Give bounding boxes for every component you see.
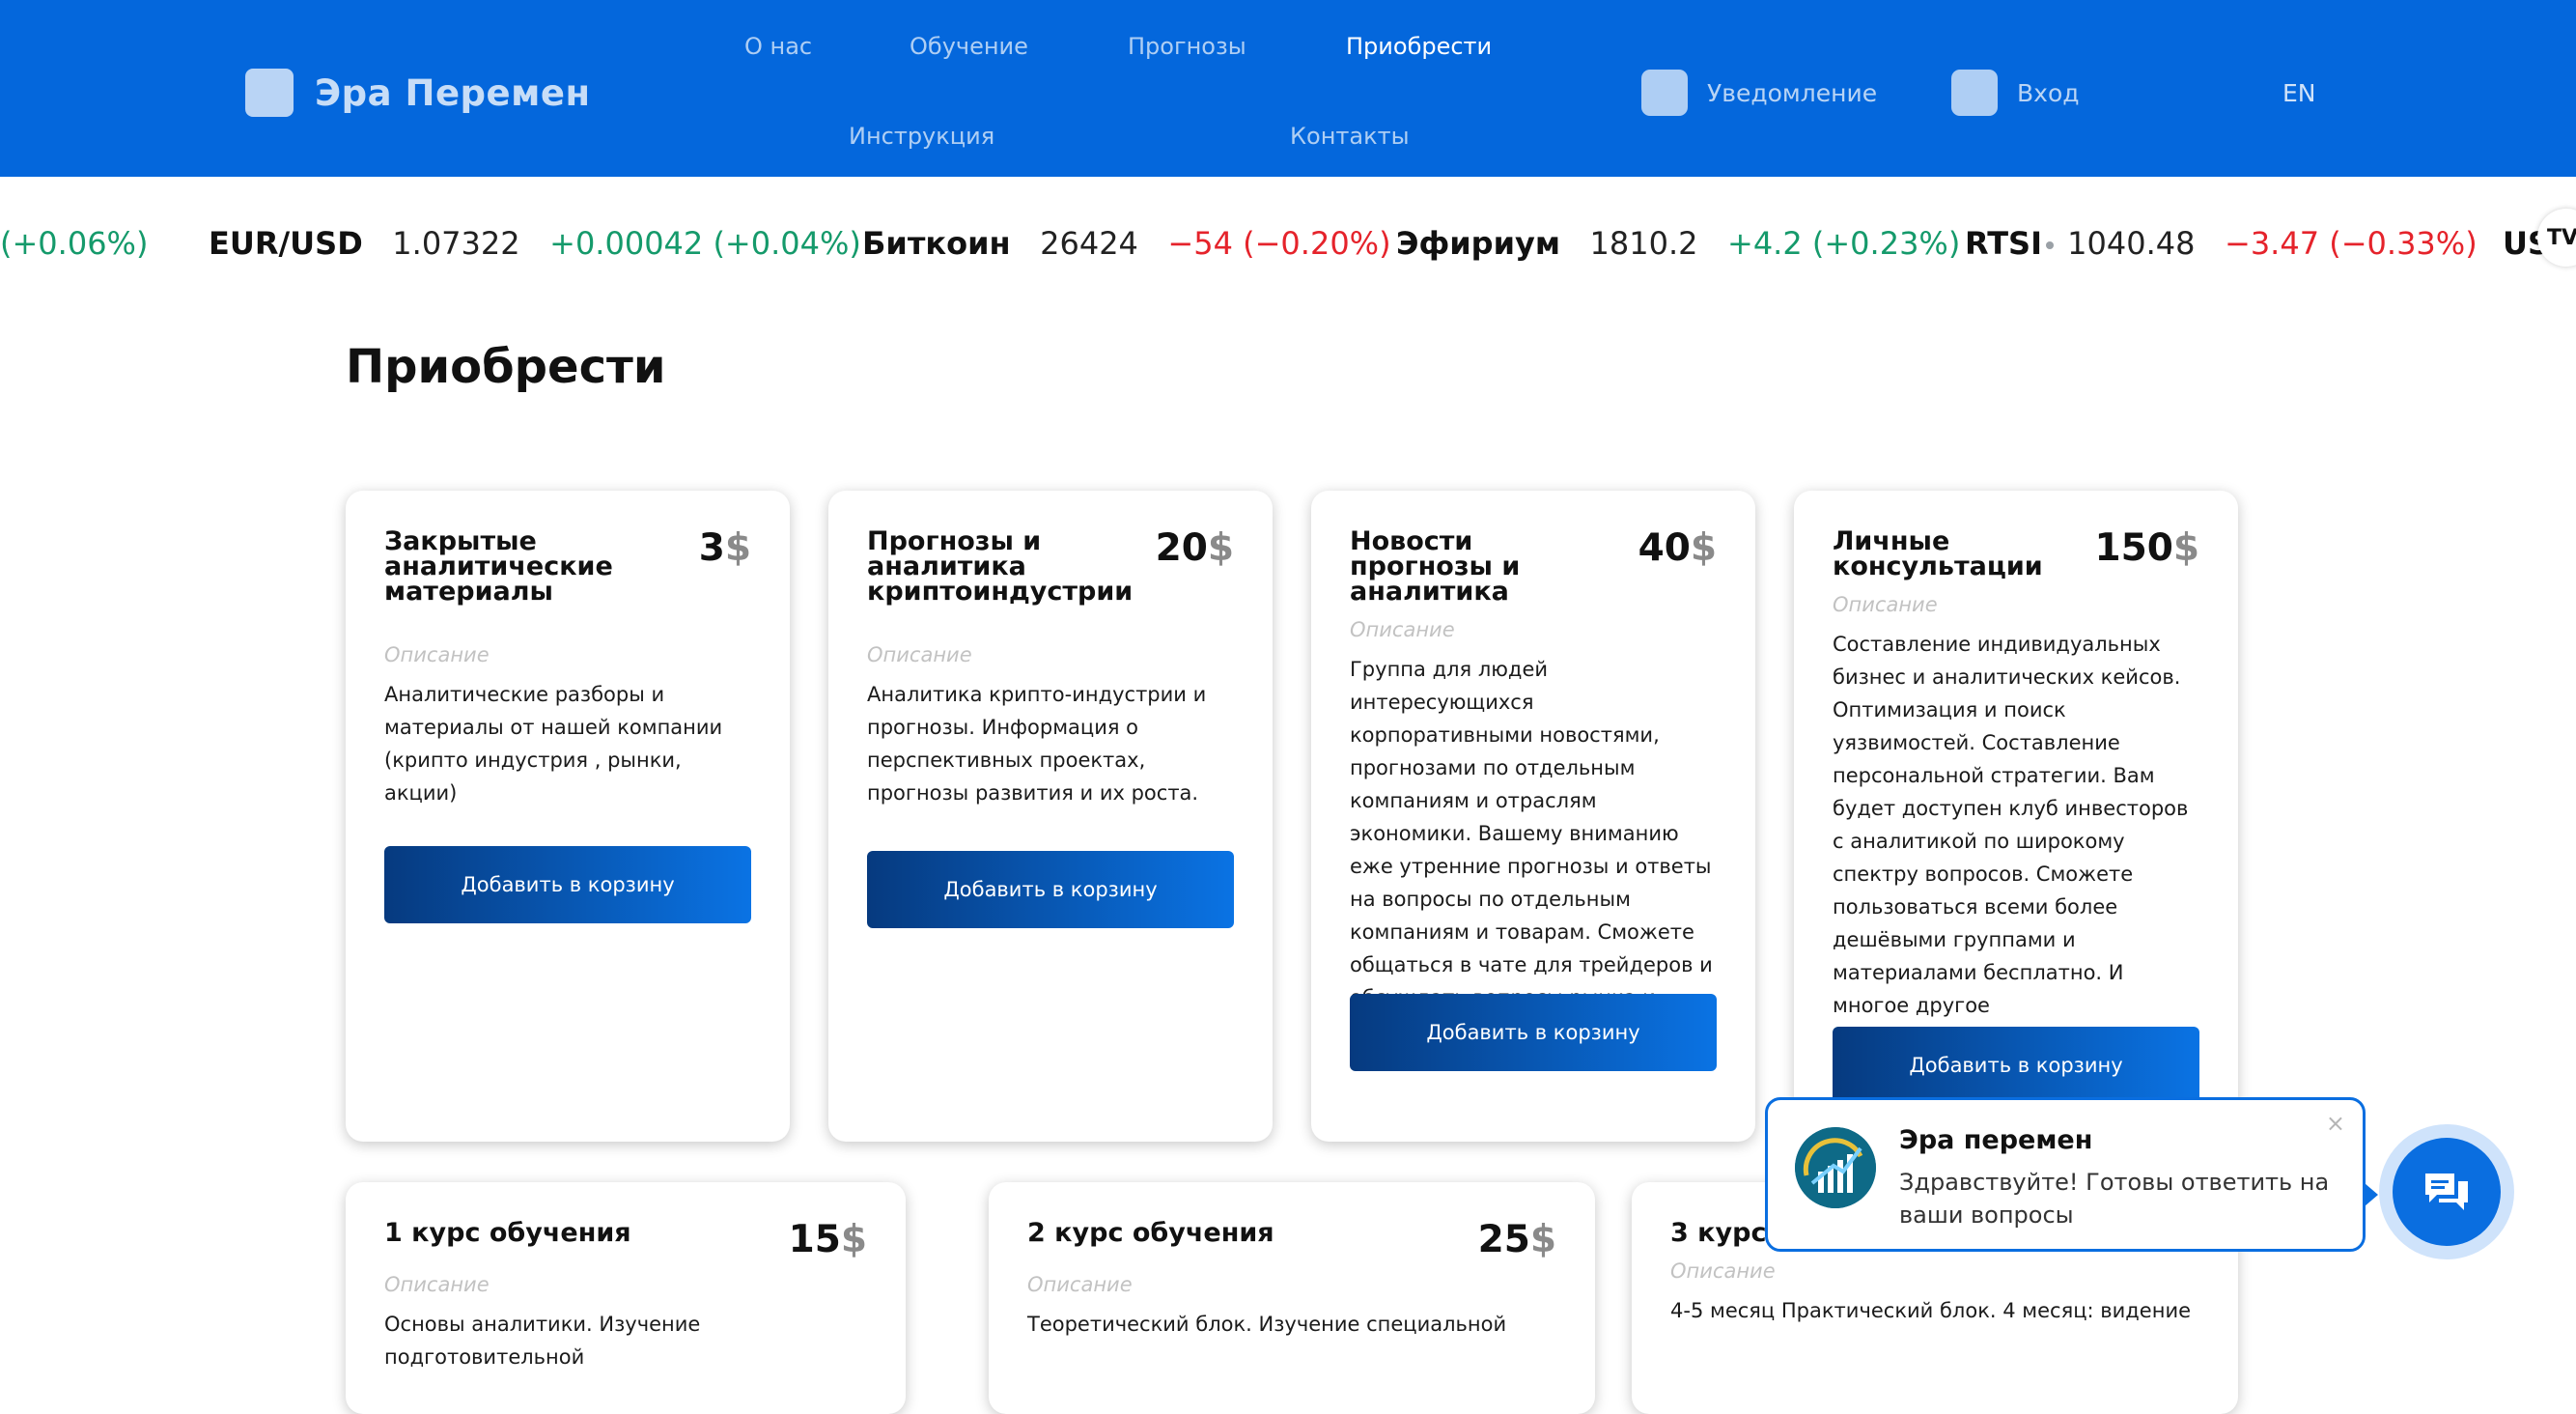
nav-instructions[interactable]: Инструкция [849, 123, 994, 150]
product-card: Новости прогнозы и аналитика 40$ Описани… [1311, 491, 1755, 1142]
description-label: Описание [1350, 618, 1455, 641]
growth-chart-logo-icon [1795, 1127, 1876, 1208]
nav-purchase[interactable]: Приобрести [1346, 33, 1492, 60]
ticker-item[interactable]: EUR/USD 1.07322 +0.00042 (+0.04%) [209, 225, 861, 262]
ticker-item[interactable]: (+0.06%) [0, 225, 148, 262]
nav-about[interactable]: О нас [744, 33, 812, 60]
logo-text: Эра Перемен [315, 71, 591, 114]
logo[interactable]: Эра Перемен [245, 68, 591, 118]
card-price: 40$ [1638, 529, 1717, 568]
page-title: Приобрести [346, 340, 666, 394]
chat-button-core [2393, 1138, 2501, 1246]
ticker-item[interactable]: Эфириум 1810.2 +4.2 (+0.23%) [1396, 225, 1960, 262]
product-card: Закрытые аналитические материалы 3$ Опис… [346, 491, 790, 1142]
ticker-change: +0.00042 (+0.04%) [549, 225, 861, 262]
ticker-item[interactable]: RTSI 1040.48 −3.47 (−0.33%) [1965, 225, 2478, 262]
company-avatar [1795, 1127, 1876, 1208]
chat-open-button[interactable] [2379, 1124, 2514, 1259]
product-card: Прогнозы и аналитика криптоиндустрии 20$… [828, 491, 1273, 1142]
ticker-value: 1810.2 [1589, 225, 1698, 262]
card-description: 4-5 месяц Практический блок. 4 месяц: ви… [1670, 1299, 2192, 1322]
price-value: 25 [1477, 1218, 1530, 1261]
bell-icon [1641, 70, 1688, 116]
card-price: 15$ [789, 1221, 867, 1259]
ticker-value: 1040.48 [2067, 225, 2196, 262]
description-label: Описание [867, 643, 972, 666]
price-currency: $ [840, 1218, 867, 1261]
price-value: 20 [1155, 526, 1208, 570]
ticker-symbol: RTSI [1965, 225, 2042, 262]
add-to-cart-button[interactable]: Добавить в корзину [1350, 994, 1717, 1071]
card-title: Прогнозы и аналитика криптоиндустрии [867, 526, 1134, 607]
language-switch[interactable]: EN [2282, 79, 2316, 107]
chat-bubbles-icon [2425, 1174, 2468, 1210]
card-title: Закрытые аналитические материалы [384, 526, 613, 607]
card-title: Личные консультации [1833, 526, 2043, 581]
price-currency: $ [2172, 526, 2199, 570]
description-label: Описание [1670, 1259, 1776, 1283]
card-price: 25$ [1478, 1221, 1556, 1259]
card-title: 1 курс обучения [384, 1218, 631, 1248]
user-icon [1951, 70, 1998, 116]
description-label: Описание [1027, 1273, 1133, 1296]
login-label: Вход [2017, 78, 2080, 107]
card-description: Группа для людей интересующихся корпорат… [1350, 658, 1713, 1042]
price-currency: $ [1690, 526, 1717, 570]
card-title: Новости прогнозы и аналитика [1350, 526, 1521, 607]
notifications-button[interactable]: Уведомление [1641, 70, 1877, 116]
notifications-label: Уведомление [1707, 78, 1878, 107]
site-header: Эра Перемен О нас Обучение Прогнозы Прио… [0, 0, 2576, 177]
ticker-symbol: EUR/USD [209, 225, 363, 262]
chat-greeting-popup[interactable]: Эра перемен Здравствуйте! Готовы ответит… [1765, 1097, 2378, 1252]
description-label: Описание [1833, 593, 1938, 616]
chat-name: Эра перемен [1899, 1125, 2093, 1155]
description-label: Описание [384, 643, 490, 666]
course-card: 2 курс обучения 25$ Описание Теоретическ… [989, 1182, 1595, 1414]
ticker-change: (+0.06%) [0, 225, 149, 262]
price-value: 40 [1638, 526, 1691, 570]
nav-contacts[interactable]: Контакты [1290, 123, 1410, 150]
ticker-change: −54 (−0.20%) [1167, 225, 1391, 262]
course-card: 1 курс обучения 15$ Описание Основы анал… [346, 1182, 906, 1414]
card-price: 150$ [2094, 529, 2199, 568]
price-value: 3 [698, 526, 725, 570]
card-price: 3$ [699, 529, 751, 568]
price-value: 15 [788, 1218, 841, 1261]
ticker-symbol: Биткоин [862, 225, 1011, 262]
ticker-value: 1.07322 [392, 225, 520, 262]
ticker-symbol: Эфириум [1396, 225, 1560, 262]
ticker-value: 26424 [1040, 225, 1138, 262]
description-label: Описание [384, 1273, 490, 1296]
card-price: 20$ [1156, 529, 1234, 568]
card-description: Аналитика крипто-индустрии и прогнозы. И… [867, 683, 1207, 805]
card-title: 3 курс [1670, 1218, 1767, 1248]
card-description: Основы аналитики. Изучение подготовитель… [384, 1313, 701, 1369]
ticker-item[interactable]: Биткоин 26424 −54 (−0.20%) [862, 225, 1391, 262]
market-closed-dot-icon [2045, 241, 2054, 249]
price-currency: $ [1207, 526, 1234, 570]
ticker-change: +4.2 (+0.23%) [1727, 225, 1961, 262]
card-description: Аналитические разборы и материалы от наш… [384, 683, 723, 805]
add-to-cart-button[interactable]: Добавить в корзину [867, 851, 1234, 928]
price-currency: $ [1529, 1218, 1556, 1261]
login-button[interactable]: Вход [1951, 70, 2080, 116]
ticker-change: −3.47 (−0.33%) [2225, 225, 2478, 262]
nav-forecasts[interactable]: Прогнозы [1128, 33, 1246, 60]
nav-education[interactable]: Обучение [910, 33, 1028, 60]
chat-message: Здравствуйте! Готовы ответить на ваши во… [1899, 1169, 2330, 1229]
card-title: 2 курс обучения [1027, 1218, 1274, 1248]
card-description: Составление индивидуальных бизнес и анал… [1833, 633, 2189, 1017]
add-to-cart-button[interactable]: Добавить в корзину [384, 846, 751, 923]
price-currency: $ [724, 526, 751, 570]
close-icon[interactable]: × [2326, 1110, 2345, 1137]
price-value: 150 [2094, 526, 2173, 570]
product-card: Личные консультации 150$ Описание Состав… [1794, 491, 2238, 1142]
logo-icon [245, 69, 294, 117]
card-description: Теоретический блок. Изучение специальной [1027, 1313, 1507, 1336]
ticker-logo-text: TV [2547, 225, 2576, 250]
add-to-cart-button[interactable]: Добавить в корзину [1833, 1027, 2199, 1104]
